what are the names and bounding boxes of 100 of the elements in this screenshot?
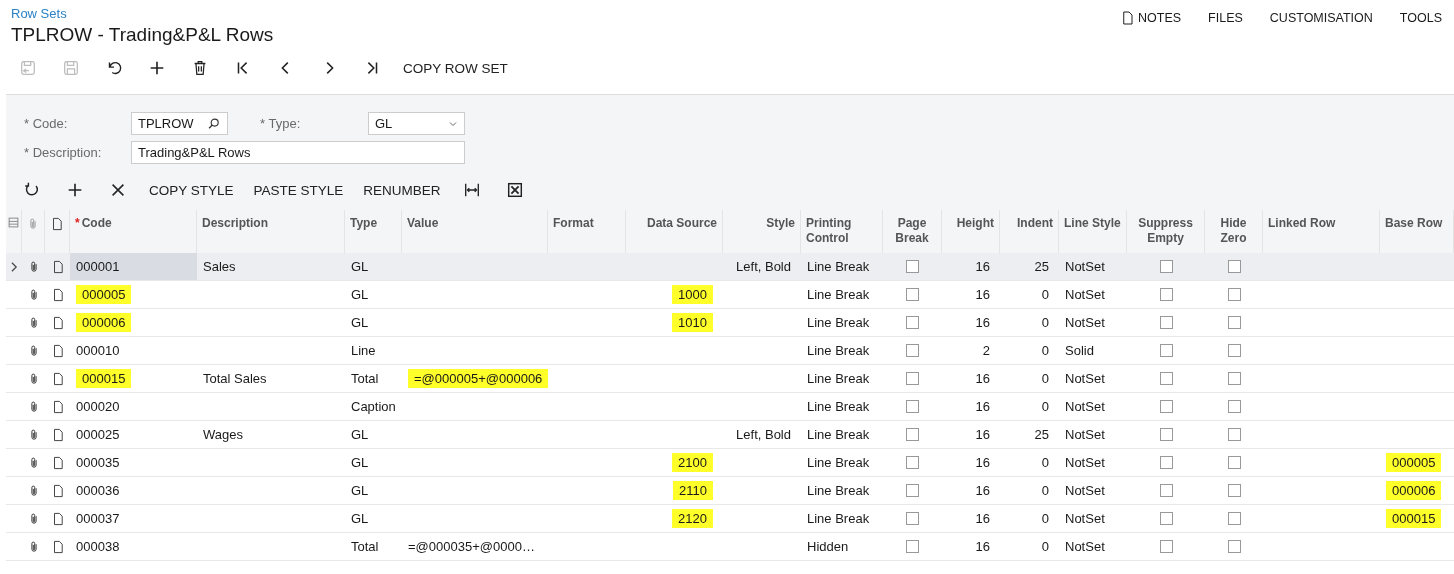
highlighted-text: 000015 — [1386, 509, 1442, 528]
table-cell-text: 2 — [981, 342, 991, 360]
table-cell-text: Line — [350, 342, 377, 360]
table-cell-text: 16 — [974, 510, 991, 528]
table-cell-text: =@000035+@0000… — [407, 538, 536, 556]
checkbox[interactable] — [906, 428, 919, 441]
checkbox[interactable] — [906, 484, 919, 497]
table-cell-text: Solid — [1064, 342, 1095, 360]
table-cell-text: Sales — [202, 258, 237, 276]
checkbox[interactable] — [906, 372, 919, 385]
highlighted-text: 000006 — [1386, 481, 1442, 500]
note-icon — [1120, 10, 1135, 26]
checkbox[interactable] — [1227, 456, 1241, 469]
table-cell-text: NotSet — [1064, 370, 1106, 388]
checkbox[interactable] — [1227, 316, 1241, 329]
checkbox[interactable] — [1227, 484, 1241, 497]
toolbar-button[interactable]: COPY ROW SET — [393, 54, 518, 82]
table-cell-text: 000038 — [75, 538, 121, 556]
field-label: * Type: — [260, 116, 302, 131]
highlighted-text: 2120 — [672, 509, 713, 528]
table-cell-text: NotSet — [1064, 482, 1106, 500]
notes-link[interactable]: NOTES — [1138, 11, 1182, 25]
type-dropdown[interactable]: GL — [368, 112, 465, 135]
checkbox[interactable] — [1227, 372, 1241, 385]
checkbox[interactable] — [1159, 372, 1173, 385]
checkbox[interactable] — [906, 540, 919, 553]
table-cell-text: 000020 — [75, 398, 121, 416]
checkbox[interactable] — [1227, 512, 1241, 525]
checkbox[interactable] — [1159, 512, 1173, 525]
table-cell-text: GL — [350, 482, 370, 500]
table-cell-text: Line Break — [806, 398, 871, 416]
checkbox[interactable] — [1159, 400, 1173, 413]
table-cell-text: 16 — [974, 482, 991, 500]
table-cell-text: GL — [350, 286, 370, 304]
checkbox[interactable] — [906, 260, 919, 273]
highlighted-text: 1000 — [672, 285, 713, 304]
table-cell-text: NotSet — [1064, 454, 1106, 472]
table-cell-text: 000036 — [75, 482, 121, 500]
checkbox[interactable] — [906, 512, 919, 525]
table-cell-text: 16 — [974, 286, 991, 304]
checkbox[interactable] — [1159, 316, 1173, 329]
checkbox[interactable] — [1159, 540, 1173, 553]
page-title: TPLROW - Trading&P&L Rows — [11, 24, 274, 46]
table-cell-text: 16 — [974, 370, 991, 388]
search-icon — [207, 116, 221, 131]
table-cell-text: 0 — [1040, 538, 1050, 556]
description-field[interactable]: Trading&P&L Rows — [131, 141, 465, 164]
checkbox[interactable] — [1227, 428, 1241, 441]
checkbox[interactable] — [1227, 400, 1241, 413]
document-icon — [50, 216, 64, 232]
table-cell-text: 0 — [1040, 370, 1050, 388]
highlighted-text: 000005 — [1386, 453, 1442, 472]
checkbox[interactable] — [1227, 288, 1241, 301]
checkbox[interactable] — [1227, 260, 1241, 273]
table-cell-text: 16 — [974, 426, 991, 444]
table-cell-text: GL — [350, 314, 370, 332]
table-cell-text: 16 — [974, 454, 991, 472]
table-cell-text: Caption — [350, 398, 397, 416]
table-cell-text: 000035 — [75, 454, 121, 472]
table-cell-text: Line Break — [806, 286, 871, 304]
table-cell-text: 000010 — [75, 342, 121, 360]
code-field[interactable]: TPLROW — [131, 112, 228, 135]
checkbox[interactable] — [1159, 428, 1173, 441]
checkbox[interactable] — [1159, 484, 1173, 497]
table-cell-text: 16 — [974, 314, 991, 332]
highlighted-text: 2100 — [672, 453, 713, 472]
checkbox[interactable] — [1159, 288, 1173, 301]
checkbox[interactable] — [1227, 344, 1241, 357]
checkbox[interactable] — [906, 288, 919, 301]
breadcrumb-link[interactable]: Row Sets — [11, 6, 274, 21]
table-cell-text: 0 — [1040, 482, 1050, 500]
header-link[interactable]: CUSTOMISATION — [1269, 11, 1373, 25]
header-link[interactable]: FILES — [1208, 11, 1243, 25]
grid-toolbar-button[interactable]: RENUMBER — [353, 176, 451, 204]
table-cell-text: 000037 — [75, 510, 121, 528]
checkbox[interactable] — [906, 344, 919, 357]
grid-toolbar-button[interactable]: COPY STYLE — [139, 176, 244, 204]
grid-toolbar-button[interactable]: PASTE STYLE — [243, 176, 354, 204]
highlighted-text: 000006 — [76, 313, 132, 332]
table-cell-text: 16 — [974, 538, 991, 556]
table-cell-text: NotSet — [1064, 258, 1106, 276]
table-cell-text: Line Break — [806, 370, 871, 388]
checkbox[interactable] — [906, 316, 919, 329]
table-cell-text: Line Break — [806, 314, 871, 332]
checkbox[interactable] — [1159, 456, 1173, 469]
table-cell-text: NotSet — [1064, 510, 1106, 528]
checkbox[interactable] — [906, 400, 919, 413]
selected-row[interactable]: 000001 Sales GL Left, Bold Line Break 16 25 NotSet — [6, 253, 1454, 281]
table-cell-text: NotSet — [1064, 426, 1106, 444]
checkbox[interactable] — [1159, 344, 1173, 357]
highlighted-text: 000005 — [76, 285, 132, 304]
table-cell-text: 0 — [1040, 286, 1050, 304]
table-cell: 000001 — [70, 253, 197, 280]
header-link[interactable]: TOOLS — [1399, 11, 1442, 25]
checkbox[interactable] — [1227, 540, 1241, 553]
table-cell-text: Line Break — [806, 426, 871, 444]
table-cell-text: NotSet — [1064, 314, 1106, 332]
checkbox[interactable] — [906, 456, 919, 469]
table-cell-text: 0 — [1040, 398, 1050, 416]
checkbox[interactable] — [1159, 260, 1173, 273]
